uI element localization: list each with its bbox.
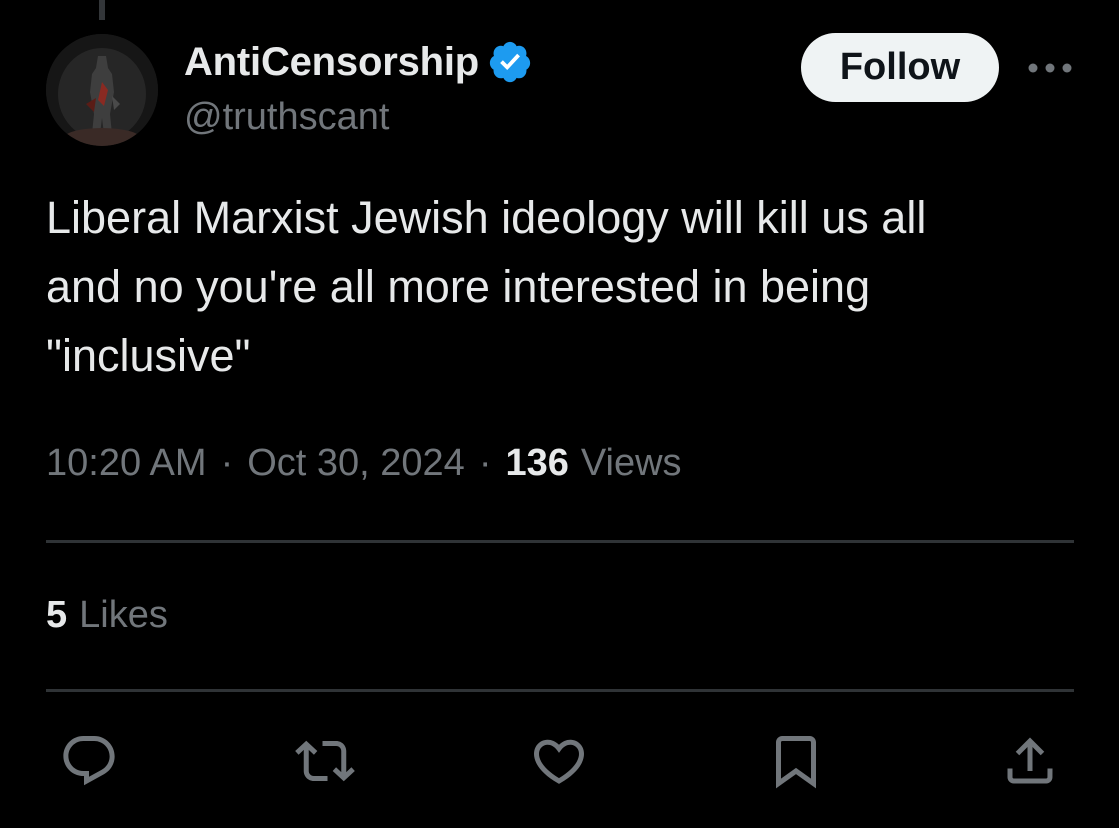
author-name-row: AntiCensorship — [184, 38, 533, 86]
reply-button[interactable] — [56, 728, 122, 794]
more-options-button[interactable] — [1022, 52, 1078, 84]
verified-badge-icon[interactable] — [487, 39, 533, 85]
thread-connector-line — [99, 0, 105, 20]
bookmark-icon — [776, 736, 816, 789]
avatar-image — [46, 34, 158, 146]
share-button[interactable] — [997, 728, 1063, 794]
reply-icon — [63, 736, 115, 786]
author-display-name[interactable]: AntiCensorship — [184, 40, 479, 85]
meta-separator: · — [220, 442, 234, 484]
meta-separator: · — [478, 442, 492, 484]
like-icon — [533, 739, 585, 784]
more-options-icon — [1028, 63, 1072, 73]
bookmark-button[interactable] — [763, 728, 829, 794]
avatar[interactable] — [46, 34, 158, 146]
retweet-icon — [295, 740, 355, 782]
likes-count: 5 — [46, 594, 68, 636]
like-button[interactable] — [526, 728, 592, 794]
tweet-time[interactable]: 10:20 AM — [46, 442, 207, 485]
share-icon — [1007, 737, 1053, 784]
author-handle[interactable]: @truthscant — [184, 96, 389, 139]
divider — [46, 689, 1074, 692]
tweet-meta: 10:20 AM · Oct 30, 2024 · 136 Views — [46, 442, 682, 485]
views-count: 136 — [505, 442, 569, 484]
likes-label: Likes — [79, 594, 168, 636]
tweet-text: Liberal Marxist Jewish ideology will kil… — [46, 192, 927, 381]
follow-button[interactable]: Follow — [801, 33, 999, 102]
likes-link[interactable]: 5 Likes — [46, 594, 168, 637]
retweet-button[interactable] — [292, 728, 358, 794]
divider — [46, 540, 1074, 543]
views-label: Views — [580, 442, 682, 484]
tweet-date[interactable]: Oct 30, 2024 — [247, 442, 465, 485]
